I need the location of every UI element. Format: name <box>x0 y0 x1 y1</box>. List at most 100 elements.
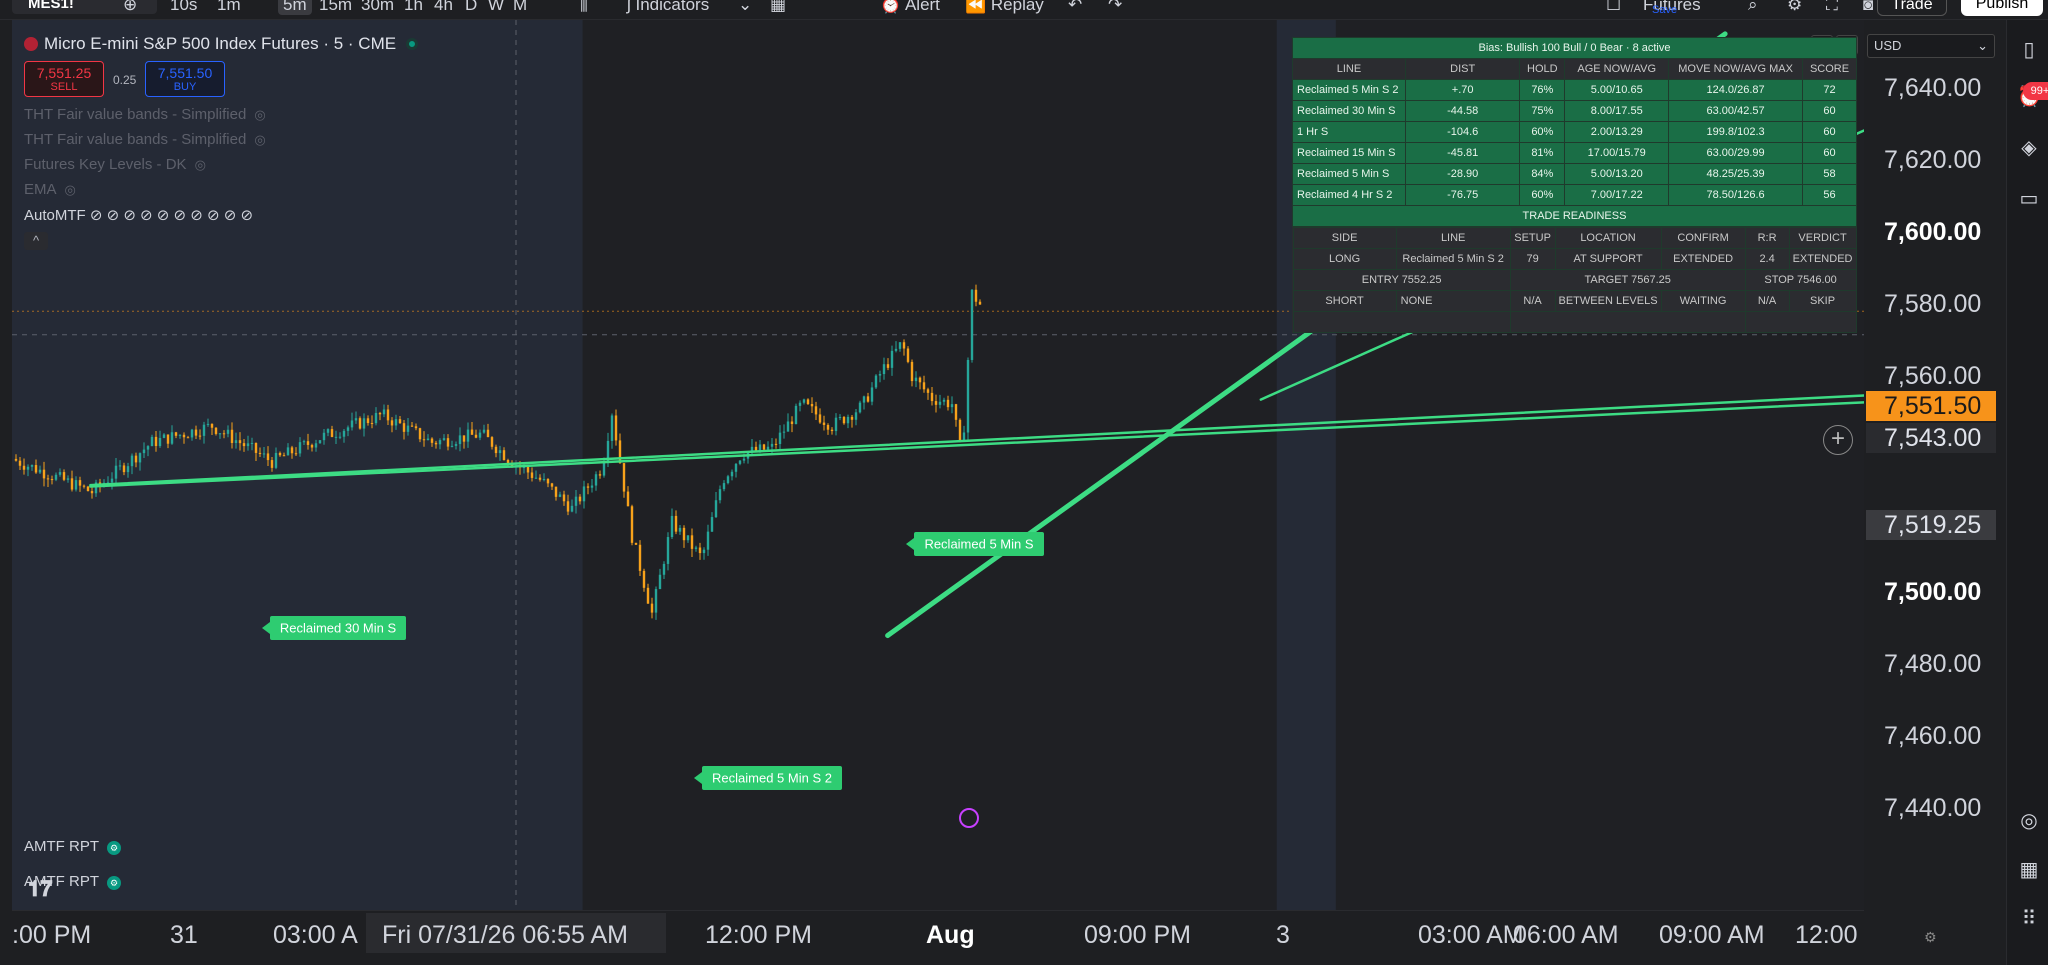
eye-hidden-icon[interactable]: ◎ <box>254 132 265 148</box>
undo-icon[interactable]: ↶ <box>1068 0 1082 15</box>
cell: EXTENDED <box>1660 248 1746 270</box>
layers-icon[interactable]: ◈ <box>2017 136 2041 160</box>
candle-body <box>146 446 150 450</box>
chevron-down-icon[interactable]: ⌄ <box>738 0 752 15</box>
watchlist-icon[interactable]: ▯ <box>2017 38 2041 62</box>
interval-m[interactable]: M <box>513 0 527 15</box>
camera-icon[interactable]: ◙ <box>1863 0 1873 15</box>
interval-1m[interactable]: 1m <box>217 0 241 15</box>
buy-button[interactable]: 7,551.50 BUY <box>145 61 225 97</box>
amtf-rpt-indicator[interactable]: AMTF RPT ⚙ <box>24 838 121 855</box>
candle-body <box>914 377 918 382</box>
candle-body <box>314 443 318 448</box>
compare-icon[interactable]: ⊕ <box>123 0 137 15</box>
fullscreen-icon[interactable]: ⛶ <box>1826 0 1838 15</box>
alert-button[interactable]: ⏰ Alert <box>880 0 940 15</box>
sell-label: SELL <box>50 81 78 93</box>
save-label[interactable]: Save <box>1652 4 1677 16</box>
indicators-button[interactable]: ʃ Indicators <box>627 0 709 15</box>
candle-body <box>958 419 962 442</box>
cell: 81% <box>1519 142 1566 164</box>
interval-4h[interactable]: 4h <box>434 0 453 15</box>
candle-body <box>726 476 730 484</box>
empty-cell <box>1744 311 1857 333</box>
interval-15m[interactable]: 15m <box>319 0 352 15</box>
calendar-icon[interactable]: ▦ <box>2017 858 2041 882</box>
price-axis[interactable]: USD ⌄ 7,640.00 7,620.00 7,600.00 7,580.00… <box>1864 20 2006 910</box>
cell: 56 <box>1802 184 1857 206</box>
replay-button[interactable]: ⏪ Replay <box>965 0 1044 15</box>
candle-body <box>646 587 650 604</box>
candle-body <box>966 359 970 433</box>
interval-1h[interactable]: 1h <box>404 0 423 15</box>
candle-body <box>122 465 126 473</box>
interval-w[interactable]: W <box>488 0 504 15</box>
cell: 60% <box>1519 121 1566 143</box>
collapse-legend-button[interactable]: ^ <box>24 232 48 250</box>
search-icon[interactable]: ⌕ <box>1748 0 1758 15</box>
settings-icon[interactable]: ⚙ <box>107 841 121 855</box>
candle-body <box>502 450 506 460</box>
cell: -45.81 <box>1404 142 1521 164</box>
candle-body <box>258 452 262 454</box>
redo-icon[interactable]: ↷ <box>1108 0 1122 15</box>
chart-type-icon[interactable]: ⫼ <box>580 0 588 15</box>
candle-body <box>902 342 906 349</box>
col-header: SIDE <box>1292 227 1397 249</box>
trade-button[interactable]: Trade <box>1877 0 1947 16</box>
candle-body <box>806 399 810 404</box>
candle-body <box>594 474 598 486</box>
price-tick: 7,440.00 <box>1884 794 1982 822</box>
interval-10s[interactable]: 10s <box>170 0 197 15</box>
eye-hidden-icon[interactable]: ◎ <box>195 157 206 173</box>
interval-5m[interactable]: 5m <box>278 0 312 15</box>
indicator-automtf[interactable]: AutoMTF ⊘ ⊘ ⊘ ⊘ ⊘ ⊘ ⊘ ⊘ ⊘ ⊘ <box>24 206 253 224</box>
price-tick: 7,560.00 <box>1884 362 1982 390</box>
line-label-text: Reclaimed 5 Min S 2 <box>712 771 832 786</box>
eye-hidden-icon[interactable]: ◎ <box>65 182 76 198</box>
candle-body <box>882 364 886 375</box>
add-alert-plus-icon[interactable]: + <box>1823 425 1853 455</box>
candle-body <box>290 447 294 454</box>
currency-select[interactable]: USD ⌄ <box>1867 34 1995 58</box>
candle-body <box>786 421 790 432</box>
interval-d[interactable]: D <box>465 0 477 15</box>
publish-button[interactable]: Publish <box>1961 0 2043 16</box>
cell: 2.00/13.29 <box>1564 121 1670 143</box>
sell-button[interactable]: 7,551.25 SELL <box>24 61 104 97</box>
apps-grid-icon[interactable]: ⠿ <box>2017 907 2041 931</box>
time-tick: 09:00 AM <box>1659 921 1765 949</box>
candle-body <box>818 414 822 423</box>
time-axis[interactable]: :00 PM 31 03:00 A Fri 07/31/26 06:55 AM … <box>12 910 1937 965</box>
candle-body <box>422 439 426 441</box>
candle-body <box>158 437 162 447</box>
indicator-key-levels[interactable]: Futures Key Levels - DK ◎ <box>24 156 206 173</box>
axis-settings-icon[interactable]: ⚙ <box>1924 929 1937 946</box>
cell: Reclaimed 15 Min S <box>1292 142 1406 164</box>
layout-checkbox-icon[interactable]: ☐ <box>1606 0 1621 15</box>
candle-body <box>714 500 718 518</box>
layout-icon[interactable]: ▦ <box>770 0 786 15</box>
candle-body <box>326 429 330 433</box>
symbol-title[interactable]: Micro E-mini S&P 500 Index Futures · 5 ·… <box>24 34 419 54</box>
cell: 63.00/42.57 <box>1668 100 1804 122</box>
cell: Reclaimed 5 Min S 2 <box>1395 248 1511 270</box>
indicator-ema[interactable]: EMA ◎ <box>24 181 76 198</box>
indicator-label: EMA <box>24 181 57 198</box>
candle-body <box>254 442 258 453</box>
candle-body <box>654 589 658 613</box>
cell: +.70 <box>1404 79 1521 101</box>
candle-body <box>450 445 454 447</box>
cell: SHORT <box>1292 290 1397 312</box>
candle-body <box>742 458 746 461</box>
indicator-fair-value-2[interactable]: THT Fair value bands - Simplified ◎ <box>24 131 266 148</box>
indicator-fair-value-1[interactable]: THT Fair value bands - Simplified ◎ <box>24 106 266 123</box>
eye-hidden-icon[interactable]: ◎ <box>254 107 265 123</box>
settings-icon[interactable]: ⚙ <box>107 876 121 890</box>
candle-body <box>334 436 338 438</box>
chat-icon[interactable]: ▭ <box>2017 187 2041 211</box>
candle-body <box>246 443 250 447</box>
gear-icon[interactable]: ⚙ <box>1787 0 1802 15</box>
interval-30m[interactable]: 30m <box>361 0 394 15</box>
compass-icon[interactable]: ◎ <box>2017 809 2041 833</box>
